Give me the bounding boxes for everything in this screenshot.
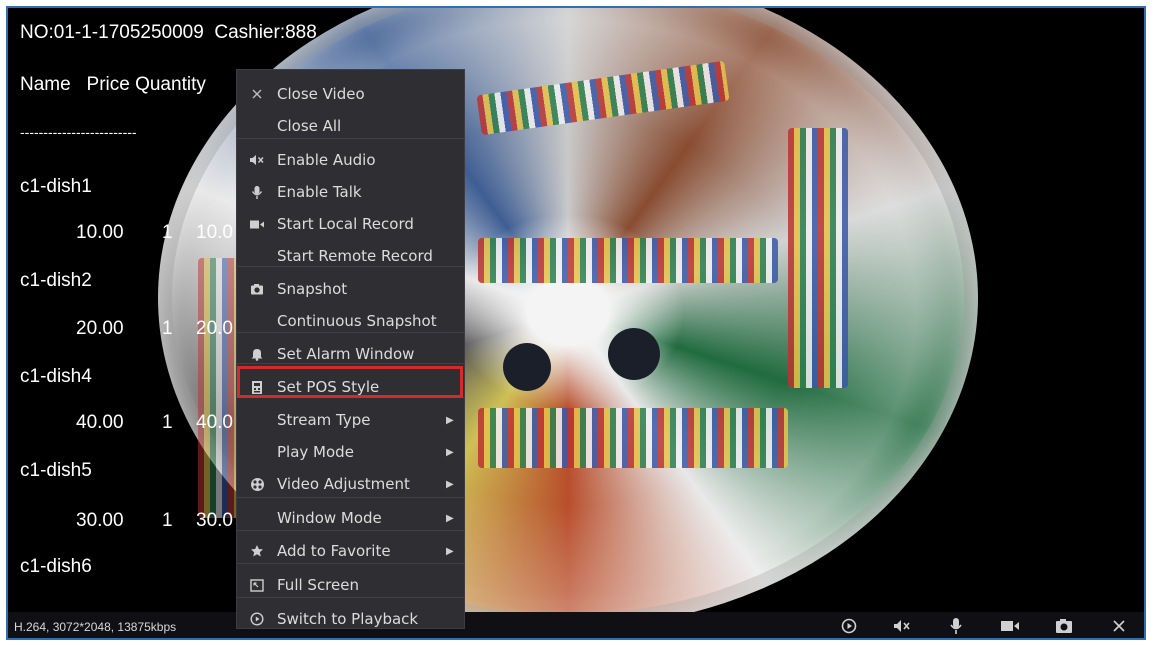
menu-item-label: Add to Favorite	[277, 542, 391, 560]
menu-item-label: Continuous Snapshot	[277, 312, 437, 330]
menu-item-label: Enable Talk	[277, 183, 362, 201]
highlight-box	[237, 366, 463, 398]
pos-item-name: c1-dish6	[20, 556, 92, 577]
menu-item-label: Switch to Playback	[277, 610, 419, 628]
pos-item-name: c1-dish5	[20, 460, 92, 481]
mute-icon[interactable]	[891, 616, 913, 636]
menu-item-label: Snapshot	[277, 280, 348, 298]
stream-info: H.264, 3072*2048, 13875kbps	[14, 620, 177, 634]
shelf-shape	[478, 408, 788, 468]
menu-item-snapshot[interactable]: Snapshot	[237, 274, 464, 304]
pos-header: NO:01-1-1705250009 Cashier:888	[20, 22, 317, 43]
menu-item-start-remote-record[interactable]: Start Remote Record	[237, 241, 464, 271]
menu-item-continuous-snapshot[interactable]: Continuous Snapshot	[237, 306, 464, 336]
video-window[interactable]: NO:01-1-1705250009 Cashier:888 Name Pric…	[6, 6, 1146, 640]
pos-item-name: c1-dish1	[20, 176, 92, 197]
shelf-shape	[478, 238, 778, 283]
menu-item-video-adjustment[interactable]: Video Adjustment ▶	[237, 469, 464, 499]
mute-icon	[237, 154, 277, 166]
microphone-icon	[237, 185, 277, 200]
record-camera-icon	[237, 219, 277, 230]
video-view[interactable]: NO:01-1-1705250009 Cashier:888 Name Pric…	[8, 8, 1144, 612]
pos-item-name: c1-dish2	[20, 270, 92, 291]
star-icon	[237, 544, 277, 558]
adjust-icon	[237, 477, 277, 492]
menu-item-enable-talk[interactable]: Enable Talk	[237, 177, 464, 207]
bell-icon	[237, 347, 277, 361]
camera-icon	[237, 283, 277, 295]
menu-item-play-mode[interactable]: Play Mode ▶	[237, 437, 464, 467]
menu-item-label: Full Screen	[277, 576, 359, 594]
menu-item-label: Close Video	[277, 85, 365, 103]
pos-item-price: 40.00	[76, 412, 124, 433]
microphone-icon[interactable]	[945, 616, 967, 636]
context-menu: Close Video Close All Enable Audio Enable T…	[236, 69, 465, 629]
menu-item-close-video[interactable]: Close Video	[237, 79, 464, 109]
menu-item-label: Window Mode	[277, 509, 382, 527]
pos-item-price: 10.00	[76, 222, 124, 243]
status-bar: H.264, 3072*2048, 13875kbps	[8, 612, 1144, 638]
submenu-arrow-icon: ▶	[446, 512, 454, 524]
menu-item-start-local-record[interactable]: Start Local Record	[237, 209, 464, 239]
menu-item-full-screen[interactable]: Full Screen	[237, 570, 464, 600]
pos-item-amount: 20.0	[196, 318, 233, 339]
pos-columns: Name Price Quantity	[20, 74, 206, 95]
submenu-arrow-icon: ▶	[446, 446, 454, 458]
close-icon	[237, 88, 277, 100]
pos-item-price: 20.00	[76, 318, 124, 339]
menu-item-stream-type[interactable]: Stream Type ▶	[237, 405, 464, 435]
menu-item-label: Enable Audio	[277, 151, 376, 169]
menu-item-label: Stream Type	[277, 411, 371, 429]
menu-item-set-alarm-window[interactable]: Set Alarm Window	[237, 339, 464, 369]
menu-item-close-all[interactable]: Close All	[237, 111, 464, 141]
play-icon[interactable]	[838, 616, 860, 636]
snapshot-icon[interactable]	[1053, 616, 1075, 636]
menu-item-label: Video Adjustment	[277, 475, 410, 493]
pos-item-qty: 1	[162, 412, 173, 433]
pos-item-amount: 10.0	[196, 222, 233, 243]
pos-item-name: c1-dish4	[20, 366, 92, 387]
pos-item-price: 30.00	[76, 510, 124, 531]
menu-item-switch-to-playback[interactable]: Switch to Playback	[237, 604, 464, 634]
close-icon[interactable]	[1108, 616, 1130, 636]
pos-item-amount: 40.0	[196, 412, 233, 433]
pos-divider: -------------------------	[20, 124, 137, 140]
menu-item-label: Set Alarm Window	[277, 345, 415, 363]
menu-item-label: Start Local Record	[277, 215, 414, 233]
menu-item-window-mode[interactable]: Window Mode ▶	[237, 503, 464, 533]
submenu-arrow-icon: ▶	[446, 414, 454, 426]
menu-item-label: Start Remote Record	[277, 247, 433, 265]
shelf-shape	[788, 128, 848, 388]
submenu-arrow-icon: ▶	[446, 545, 454, 557]
menu-item-add-to-favorite[interactable]: Add to Favorite ▶	[237, 536, 464, 566]
menu-item-enable-audio[interactable]: Enable Audio	[237, 145, 464, 175]
pos-item-amount: 30.0	[196, 510, 233, 531]
record-camera-icon[interactable]	[999, 616, 1021, 636]
fullscreen-icon	[237, 578, 277, 592]
person-shape	[608, 328, 660, 380]
person-shape	[503, 343, 551, 391]
playback-icon	[237, 612, 277, 626]
pos-item-qty: 1	[162, 318, 173, 339]
pos-item-qty: 1	[162, 510, 173, 531]
submenu-arrow-icon: ▶	[446, 478, 454, 490]
menu-item-label: Play Mode	[277, 443, 354, 461]
menu-item-label: Close All	[277, 117, 342, 135]
pos-item-qty: 1	[162, 222, 173, 243]
